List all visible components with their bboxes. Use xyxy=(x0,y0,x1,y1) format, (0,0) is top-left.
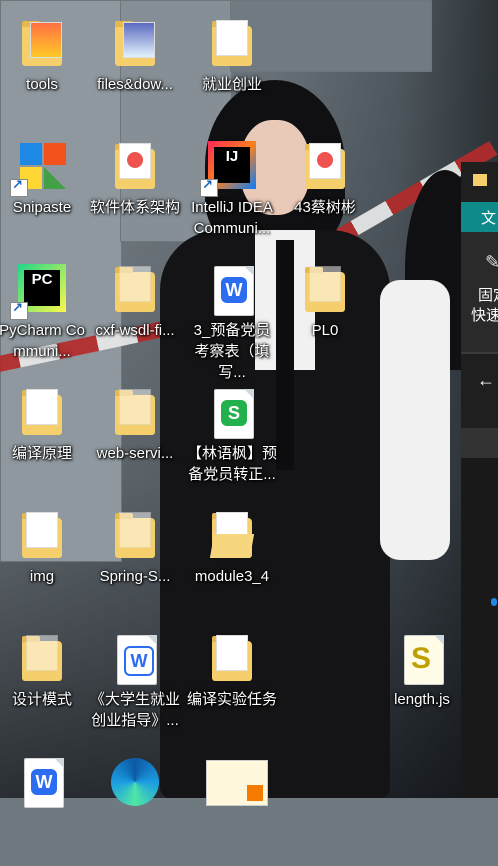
ribbon-pin-group[interactable]: ✎ 固定 快速 xyxy=(461,232,498,352)
pycharm-icon: PC xyxy=(10,264,68,320)
desktop-icon-label: 编译原理 xyxy=(11,445,72,462)
desktop-icon-label: Spring-S... xyxy=(99,568,171,585)
shortcut-arrow-icon xyxy=(10,300,28,320)
folder-icon xyxy=(16,633,68,685)
desktop-icon[interactable]: img xyxy=(0,502,89,620)
folder-icon xyxy=(109,387,161,439)
desktop-icon-label: 就业创业 xyxy=(201,76,262,93)
folder-icon xyxy=(206,18,258,70)
folder-icon xyxy=(109,510,161,562)
desktop-icon-label: IntelliJ IDEA Communi... xyxy=(191,199,273,237)
desktop-icon[interactable] xyxy=(88,748,182,866)
folder-icon xyxy=(109,141,161,193)
desktop-icon[interactable]: module3_4 xyxy=(185,502,279,620)
folder-icon xyxy=(109,18,161,70)
desktop-icon-label: PyCharm Communi... xyxy=(0,322,85,360)
desktop-icon[interactable]: W xyxy=(0,748,89,866)
desktop-icon[interactable]: IJIntelliJ IDEA Communi... xyxy=(185,133,279,251)
address-bar[interactable] xyxy=(461,428,498,458)
desktop-icon[interactable]: Slength.js xyxy=(375,625,469,743)
edge-icon xyxy=(109,756,161,808)
desktop-icon[interactable]: files&dow... xyxy=(88,10,182,128)
desktop-icon-label: tools xyxy=(26,76,58,93)
desktop-icon[interactable]: Spring-S... xyxy=(88,502,182,620)
desktop-icon-label: 【林语枫】预备党员转正... xyxy=(187,445,278,483)
desktop-icon-label: cxf-wsdl-fi... xyxy=(95,322,175,339)
scroll-indicator xyxy=(491,598,497,606)
back-arrow-icon: ← xyxy=(477,370,495,390)
shortcut-arrow-icon xyxy=(200,177,218,197)
desktop-icon[interactable]: 43蔡树彬 xyxy=(278,133,372,251)
desktop-icon[interactable]: 编译实验任务 xyxy=(185,625,279,743)
desktop-icon[interactable]: Snipaste xyxy=(0,133,89,251)
pin-label: 固定 xyxy=(478,287,498,304)
snipaste-icon xyxy=(10,141,68,197)
folder-icon xyxy=(16,18,68,70)
folder-icon xyxy=(206,510,258,562)
folder-icon xyxy=(299,264,351,316)
desktop-icon-label: 《大学生就业创业指导》... xyxy=(90,691,181,729)
tab-file-label: 文 xyxy=(481,210,497,227)
wallpaper-shirt xyxy=(380,280,450,560)
desktop-icon[interactable]: 就业创业 xyxy=(185,10,279,128)
side-window[interactable]: 文 ✎ 固定 快速 ← xyxy=(461,162,498,798)
desktop-icon-label: PL0 xyxy=(311,322,339,339)
wps-writer-icon: W xyxy=(109,633,161,685)
desktop-icon-label: length.js xyxy=(394,691,450,708)
wps-writer-icon: W xyxy=(16,756,68,808)
desktop-icon[interactable]: PCPyCharm Communi... xyxy=(0,256,89,374)
desktop-icon-label: 编译实验任务 xyxy=(187,691,278,708)
desktop-icon-label: 软件体系架构 xyxy=(90,199,181,216)
folder-icon xyxy=(473,174,487,186)
pin-label: 快速 xyxy=(471,307,498,324)
folder-icon xyxy=(109,264,161,316)
tab-file[interactable]: 文 xyxy=(461,202,498,232)
desktop-icon[interactable]: web-servi... xyxy=(88,379,182,497)
desktop-icon[interactable]: 设计模式 xyxy=(0,625,89,743)
desktop-icon-label: Snipaste xyxy=(12,199,72,216)
desktop-icon[interactable]: W 《大学生就业创业指导》... xyxy=(88,625,182,743)
desktop-icon[interactable]: PL0 xyxy=(278,256,372,374)
divider xyxy=(461,352,498,354)
desktop-icon-label: web-servi... xyxy=(96,445,174,462)
desktop-icon-label: files&dow... xyxy=(97,76,173,93)
folder-icon xyxy=(299,141,351,193)
desktop-icon[interactable]: W 3_预备党员考察表（填写... xyxy=(185,256,279,381)
back-button[interactable]: ← xyxy=(461,362,498,402)
desktop-icon[interactable]: S 【林语枫】预备党员转正... xyxy=(185,379,279,497)
desktop-icon[interactable]: tools xyxy=(0,10,89,128)
desktop-icon-label: img xyxy=(29,568,55,585)
side-window-titlebar[interactable] xyxy=(461,162,498,202)
desktop-icon[interactable]: cxf-wsdl-fi... xyxy=(88,256,182,374)
wps-writer-icon: W xyxy=(206,264,258,316)
intellij-icon: IJ xyxy=(200,141,258,197)
desktop-icon-label: module3_4 xyxy=(194,568,270,585)
desktop-icon-label: 43蔡树彬 xyxy=(294,199,356,216)
wps-sheet-icon: S xyxy=(206,387,258,439)
desktop-icon-label: 3_预备党员考察表（填写... xyxy=(193,322,271,381)
desktop-icon[interactable] xyxy=(185,748,279,866)
folder-icon xyxy=(16,387,68,439)
folder-icon xyxy=(206,633,258,685)
folder-icon xyxy=(16,510,68,562)
navigation-pane[interactable] xyxy=(461,458,498,798)
pin-icon: ✎ xyxy=(485,252,498,272)
desktop-icon-label: 设计模式 xyxy=(11,691,72,708)
desktop-icon[interactable]: 软件体系架构 xyxy=(88,133,182,251)
shortcut-arrow-icon xyxy=(10,177,28,197)
desktop-icon[interactable]: 编译原理 xyxy=(0,379,89,497)
js-file-icon: S xyxy=(396,633,448,685)
image-file-icon xyxy=(206,756,268,808)
